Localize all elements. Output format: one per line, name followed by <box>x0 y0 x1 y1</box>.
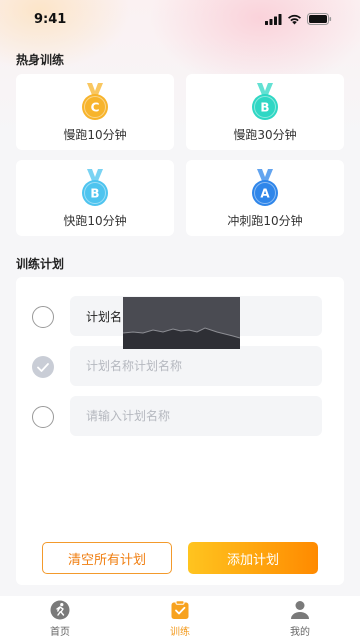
card-label: 快跑10分钟 <box>63 213 127 228</box>
plan-row <box>16 346 344 386</box>
tab-training[interactable]: 训练 <box>120 596 240 640</box>
warmup-card-jog-30[interactable]: B 慢跑30分钟 <box>186 74 344 150</box>
wifi-icon <box>288 14 301 24</box>
bottom-tab-bar: 首页 训练 我的 <box>0 596 360 640</box>
medal-b-icon: B <box>252 82 278 120</box>
plan-name-input[interactable] <box>70 396 322 436</box>
card-label: 冲刺跑10分钟 <box>227 213 303 228</box>
plan-radio[interactable] <box>32 306 54 328</box>
tab-home[interactable]: 首页 <box>0 596 120 640</box>
add-plan-button[interactable]: 添加计划 <box>188 542 318 574</box>
card-label: 慢跑30分钟 <box>233 127 297 142</box>
signal-icon <box>265 13 282 25</box>
check-icon <box>37 363 49 372</box>
warmup-card-jog-10[interactable]: C 慢跑10分钟 <box>16 74 174 150</box>
plan-row <box>16 396 344 436</box>
user-icon <box>291 601 309 619</box>
medal-grade: A <box>260 186 270 200</box>
medal-a-icon: A <box>252 168 278 206</box>
runner-icon <box>50 600 70 620</box>
card-label: 慢跑10分钟 <box>63 127 127 142</box>
plan-radio[interactable] <box>32 406 54 428</box>
clear-all-plans-button[interactable]: 清空所有计划 <box>42 542 172 574</box>
warmup-card-run-10[interactable]: B 快跑10分钟 <box>16 160 174 236</box>
medal-c-icon: C <box>82 82 108 120</box>
battery-icon <box>307 13 332 25</box>
clipboard-check-icon <box>171 600 189 619</box>
medal-grade: B <box>90 186 99 200</box>
medal-grade: B <box>260 100 269 114</box>
plan-name-input[interactable] <box>70 346 322 386</box>
plan-radio-checked[interactable] <box>32 356 54 378</box>
warmup-card-grid: C 慢跑10分钟 B 慢跑30分钟 B 快跑10分钟 A 冲刺跑10分钟 <box>16 74 344 236</box>
tab-label: 首页 <box>50 627 70 638</box>
medal-grade: C <box>91 100 100 114</box>
status-bar: 9:41 <box>0 0 360 38</box>
tab-label: 我的 <box>290 627 310 638</box>
medal-b-icon: B <box>82 168 108 206</box>
warmup-card-sprint-10[interactable]: A 冲刺跑10分钟 <box>186 160 344 236</box>
status-time: 9:41 <box>34 11 67 27</box>
section-title-warmup: 热身训练 <box>16 53 65 67</box>
waveform-graphic <box>123 327 240 349</box>
tab-label: 训练 <box>170 627 190 638</box>
tab-mine[interactable]: 我的 <box>240 596 360 640</box>
popup-overlay <box>123 297 240 349</box>
section-title-plans: 训练计划 <box>16 257 65 271</box>
